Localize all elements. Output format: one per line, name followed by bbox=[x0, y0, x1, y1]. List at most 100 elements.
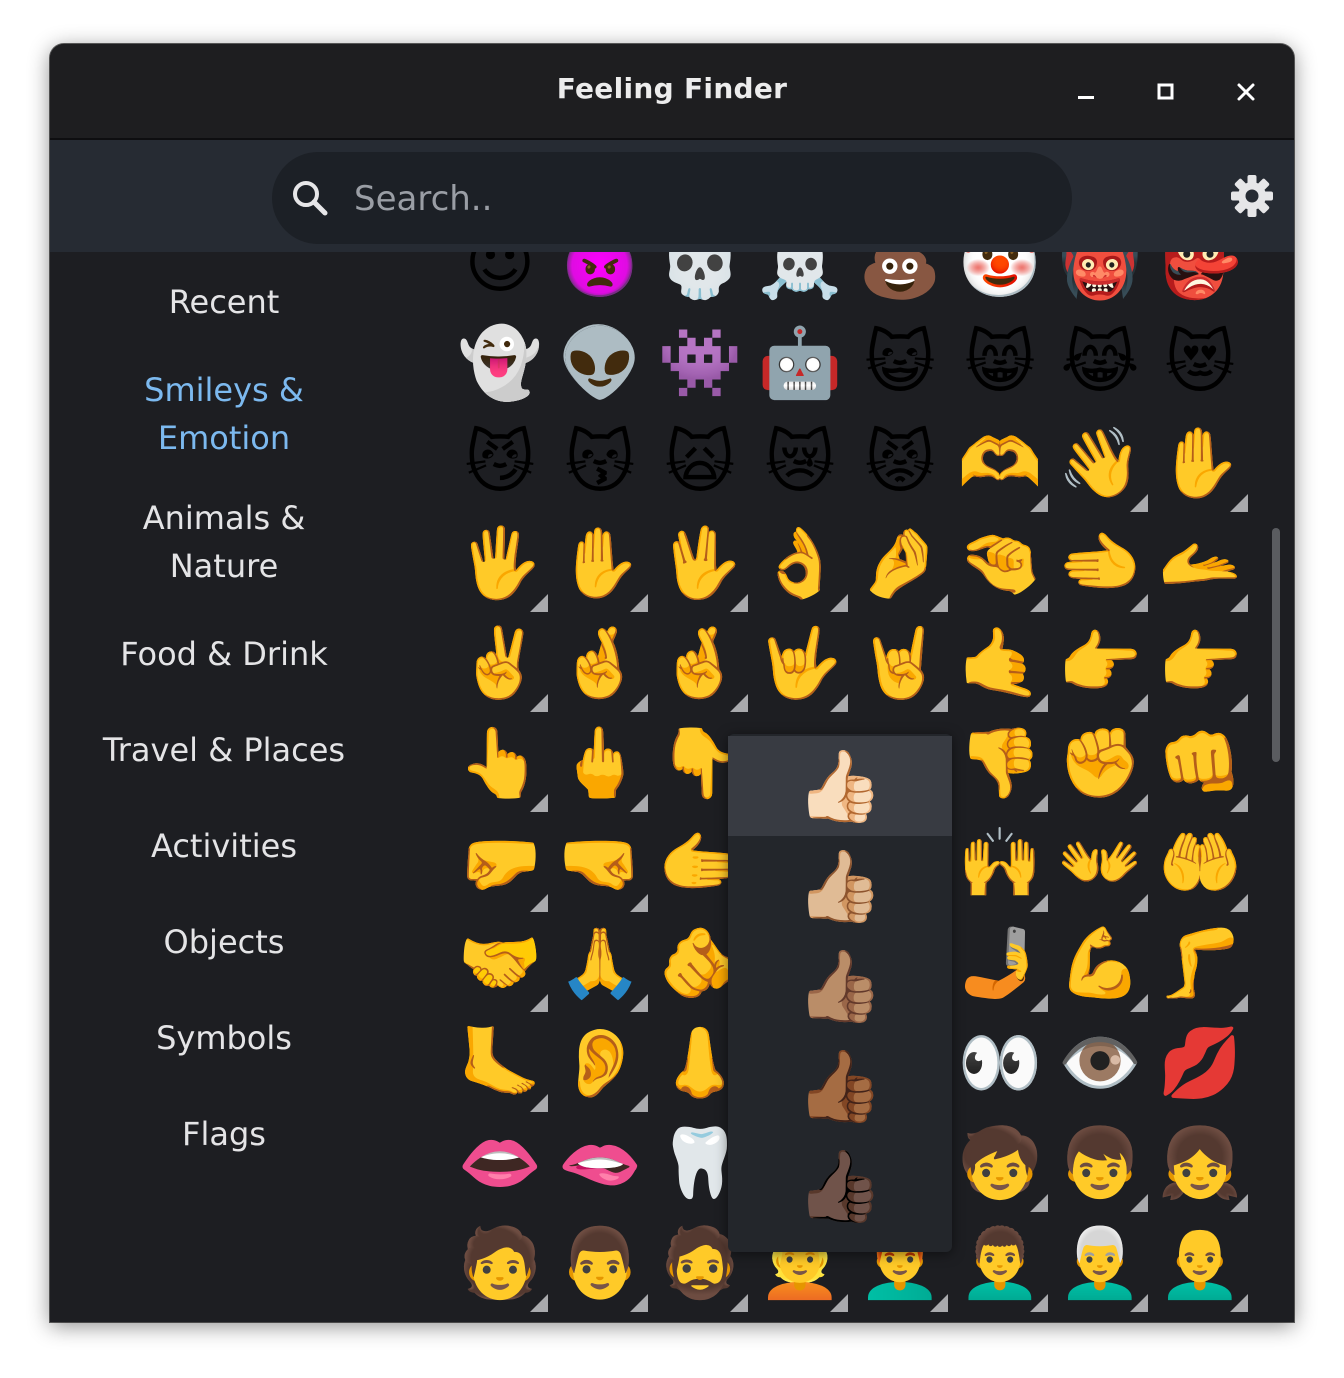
sidebar-item-food-drink[interactable]: Food & Drink bbox=[50, 630, 398, 678]
emoji-button[interactable]: 😿 bbox=[750, 414, 850, 514]
emoji-button[interactable]: 👺 bbox=[1150, 252, 1250, 314]
emoji-button[interactable]: ☠️ bbox=[750, 252, 850, 314]
emoji-button[interactable]: 💋 bbox=[1150, 1014, 1250, 1114]
emoji-button[interactable]: 🫴 bbox=[1150, 514, 1250, 614]
emoji-glyph: 🖐️ bbox=[457, 524, 543, 603]
emoji-button[interactable]: ✌️ bbox=[450, 614, 550, 714]
skin-tone-option[interactable]: 👍🏻 bbox=[728, 736, 952, 836]
emoji-button[interactable]: 👦 bbox=[1050, 1114, 1150, 1214]
emoji-button[interactable]: 🤖 bbox=[750, 314, 850, 414]
emoji-button[interactable]: 😾 bbox=[850, 414, 950, 514]
emoji-button[interactable]: 👁️ bbox=[1050, 1014, 1150, 1114]
search-bar[interactable] bbox=[272, 152, 1072, 244]
emoji-glyph: 👦 bbox=[1057, 1124, 1143, 1203]
emoji-button[interactable]: 💩 bbox=[850, 252, 950, 314]
emoji-button[interactable]: 🦶 bbox=[450, 1014, 550, 1114]
maximize-button[interactable] bbox=[1144, 70, 1188, 114]
skin-tone-option[interactable]: 👍🏿 bbox=[728, 1136, 952, 1236]
sidebar-item-activities[interactable]: Activities bbox=[50, 822, 398, 870]
emoji-button[interactable]: 😈 bbox=[450, 252, 550, 314]
emoji-glyph: 🤲 bbox=[1157, 824, 1243, 903]
emoji-button[interactable]: 🖐️ bbox=[450, 514, 550, 614]
emoji-button[interactable]: 🤛 bbox=[450, 814, 550, 914]
emoji-button[interactable]: 🫶 bbox=[950, 414, 1050, 514]
skin-tone-option[interactable]: 👍🏾 bbox=[728, 1036, 952, 1136]
sidebar-item-objects[interactable]: Objects bbox=[50, 918, 398, 966]
emoji-button[interactable]: 🤞 bbox=[550, 614, 650, 714]
sidebar-item-recent[interactable]: Recent bbox=[50, 278, 398, 326]
grid-scrollbar[interactable] bbox=[1272, 528, 1280, 762]
emoji-button[interactable]: 👉 bbox=[1150, 614, 1250, 714]
close-button[interactable] bbox=[1224, 70, 1268, 114]
search-input[interactable] bbox=[352, 172, 1036, 226]
emoji-button[interactable]: 🤌 bbox=[850, 514, 950, 614]
emoji-button[interactable]: 🙏 bbox=[550, 914, 650, 1014]
emoji-button[interactable]: 👉 bbox=[1050, 614, 1150, 714]
sidebar-item-symbols[interactable]: Symbols bbox=[50, 1014, 398, 1062]
emoji-button[interactable]: 👨‍🦳 bbox=[1050, 1214, 1150, 1314]
emoji-button[interactable]: 🦵 bbox=[1150, 914, 1250, 1014]
emoji-button[interactable]: 🫦 bbox=[550, 1114, 650, 1214]
emoji-button[interactable]: 🧑 bbox=[450, 1214, 550, 1314]
emoji-button[interactable]: 👹 bbox=[1050, 252, 1150, 314]
emoji-button[interactable]: 😽 bbox=[550, 414, 650, 514]
emoji-button[interactable]: ✊ bbox=[1050, 714, 1150, 814]
emoji-button[interactable]: 👨‍🦱 bbox=[950, 1214, 1050, 1314]
minimize-button[interactable] bbox=[1064, 70, 1108, 114]
skin-tone-variant-indicator bbox=[930, 594, 948, 612]
emoji-button[interactable]: 👌 bbox=[750, 514, 850, 614]
sidebar-item-travel-places[interactable]: Travel & Places bbox=[50, 726, 398, 774]
emoji-button[interactable]: 😻 bbox=[1150, 314, 1250, 414]
emoji-button[interactable]: 🤳 bbox=[950, 914, 1050, 1014]
emoji-button[interactable]: 🤞 bbox=[650, 614, 750, 714]
emoji-button[interactable]: 😹 bbox=[1050, 314, 1150, 414]
emoji-button[interactable]: 🤡 bbox=[950, 252, 1050, 314]
emoji-button[interactable]: 👨 bbox=[550, 1214, 650, 1314]
emoji-button[interactable]: 👧 bbox=[1150, 1114, 1250, 1214]
emoji-button[interactable]: 👻 bbox=[450, 314, 550, 414]
emoji-button[interactable]: 😼 bbox=[450, 414, 550, 514]
emoji-button[interactable]: 👄 bbox=[450, 1114, 550, 1214]
emoji-button[interactable]: 🖖 bbox=[650, 514, 750, 614]
skin-tone-option[interactable]: 👍🏼 bbox=[728, 836, 952, 936]
emoji-button[interactable]: 💀 bbox=[650, 252, 750, 314]
emoji-button[interactable]: 👨‍🦲 bbox=[1150, 1214, 1250, 1314]
emoji-button[interactable]: 👎 bbox=[950, 714, 1050, 814]
emoji-button[interactable]: 🤙 bbox=[950, 614, 1050, 714]
emoji-button[interactable]: 🙌 bbox=[950, 814, 1050, 914]
emoji-button[interactable]: 🤝 bbox=[450, 914, 550, 1014]
emoji-button[interactable]: 🤜 bbox=[550, 814, 650, 914]
emoji-button[interactable]: 👂 bbox=[550, 1014, 650, 1114]
emoji-button[interactable]: 🤘 bbox=[850, 614, 950, 714]
emoji-button[interactable]: 👐 bbox=[1050, 814, 1150, 914]
emoji-button[interactable]: 👊 bbox=[1150, 714, 1250, 814]
title-bar[interactable]: Feeling Finder bbox=[50, 44, 1294, 140]
emoji-glyph: 👎 bbox=[957, 724, 1043, 803]
emoji-button[interactable]: 💪 bbox=[1050, 914, 1150, 1014]
emoji-button[interactable]: 🫲 bbox=[1050, 514, 1150, 614]
emoji-button[interactable]: 🤏 bbox=[950, 514, 1050, 614]
gear-icon[interactable] bbox=[1228, 172, 1276, 220]
skin-tone-option[interactable]: 👍🏽 bbox=[728, 936, 952, 1036]
emoji-button[interactable]: ✋ bbox=[550, 514, 650, 614]
emoji-button[interactable]: 🤲 bbox=[1150, 814, 1250, 914]
sidebar-item-smileys-emotion[interactable]: Smileys & Emotion bbox=[114, 366, 334, 462]
skin-tone-variant-indicator bbox=[1230, 594, 1248, 612]
emoji-button[interactable]: 👀 bbox=[950, 1014, 1050, 1114]
sidebar-item-flags[interactable]: Flags bbox=[50, 1110, 398, 1158]
emoji-button[interactable]: ✋ bbox=[1150, 414, 1250, 514]
emoji-button[interactable]: 😸 bbox=[950, 314, 1050, 414]
emoji-button[interactable]: 👾 bbox=[650, 314, 750, 414]
emoji-button[interactable]: 🤟 bbox=[750, 614, 850, 714]
emoji-button[interactable]: 🧒 bbox=[950, 1114, 1050, 1214]
emoji-button[interactable]: 😺 bbox=[850, 314, 950, 414]
emoji-glyph: 👧 bbox=[1157, 1124, 1243, 1203]
emoji-button[interactable]: 👽 bbox=[550, 314, 650, 414]
emoji-button[interactable]: 🙀 bbox=[650, 414, 750, 514]
skin-tone-variant-indicator bbox=[1130, 694, 1148, 712]
emoji-button[interactable]: 👆 bbox=[450, 714, 550, 814]
emoji-button[interactable]: 👿 bbox=[550, 252, 650, 314]
emoji-button[interactable]: 🖕 bbox=[550, 714, 650, 814]
sidebar-item-animals-nature[interactable]: Animals & Nature bbox=[114, 494, 334, 590]
emoji-button[interactable]: 👋 bbox=[1050, 414, 1150, 514]
